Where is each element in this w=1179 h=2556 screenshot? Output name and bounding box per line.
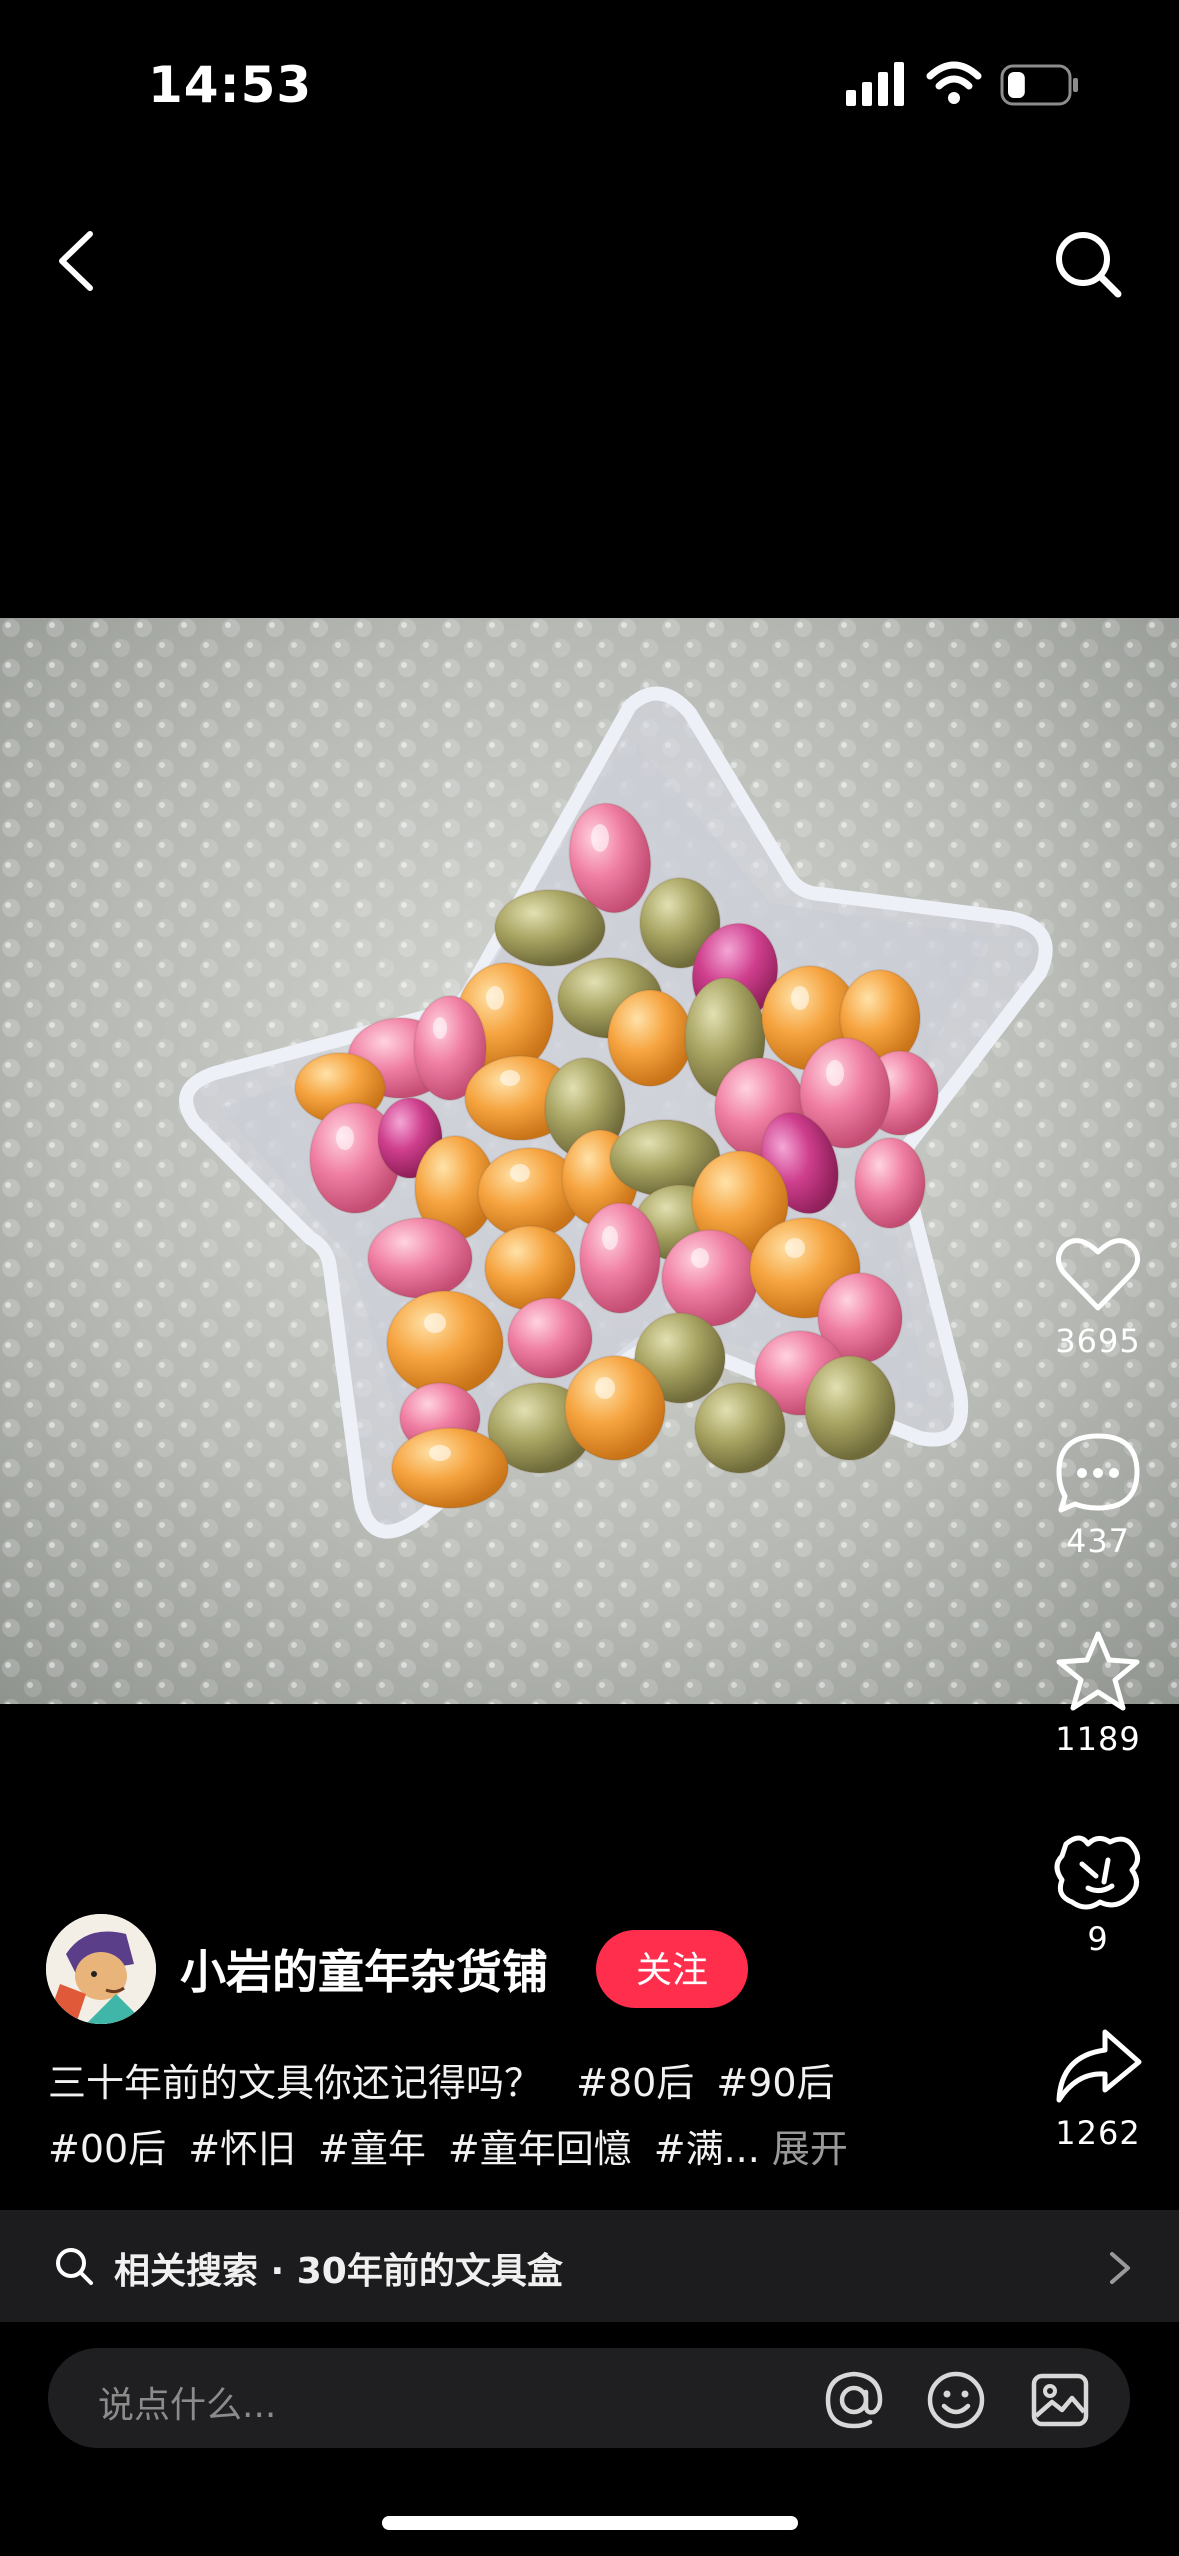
chevron-right-icon xyxy=(1110,2252,1130,2284)
share-icon xyxy=(1056,2029,1142,2103)
battery-icon xyxy=(1000,64,1078,106)
gift-button[interactable]: 9 xyxy=(1038,1830,1158,1958)
back-arrow-icon[interactable] xyxy=(52,226,102,296)
hashtag[interactable]: #童年回憶 xyxy=(448,2127,632,2171)
search-icon xyxy=(56,2248,93,2285)
wifi-icon xyxy=(926,61,982,104)
share-button[interactable]: 1262 xyxy=(1038,2026,1158,2152)
related-search-label: 相关搜索 · 30年前的文具盒 xyxy=(114,2251,563,2292)
hashtag[interactable]: #满... xyxy=(654,2127,760,2171)
heart-icon xyxy=(1056,1238,1140,1311)
share-count: 1262 xyxy=(1055,2114,1141,2152)
favorite-button[interactable]: 1189 xyxy=(1038,1630,1158,1758)
image-icon[interactable] xyxy=(1030,2370,1090,2430)
expand-link[interactable]: 展开 xyxy=(772,2127,848,2171)
author-name[interactable]: 小岩的童年杂货铺 xyxy=(180,1936,548,2002)
related-search-bar[interactable]: 相关搜索 · 30年前的文具盒 xyxy=(0,2210,1179,2322)
like-count: 3695 xyxy=(1055,1322,1141,1360)
gift-icon xyxy=(1054,1835,1140,1910)
comment-count: 437 xyxy=(1065,1522,1131,1560)
author-avatar[interactable] xyxy=(46,1914,156,2024)
like-button[interactable]: 3695 xyxy=(1038,1234,1158,1360)
hashtag[interactable]: #80后 xyxy=(576,2061,694,2105)
post-caption: 三十年前的文具你还记得吗？ #80后 #90后 #00后 #怀旧 #童年 #童年回憶 #满… xyxy=(48,2050,968,2182)
comment-input-placeholder[interactable]: 说点什么... xyxy=(98,2376,276,2428)
caption-text: 三十年前的文具你还记得吗？ xyxy=(48,2061,543,2105)
status-time: 14:53 xyxy=(148,56,313,114)
home-indicator xyxy=(382,2516,798,2530)
post-photo[interactable] xyxy=(0,618,1179,1704)
comment-button[interactable]: 437 xyxy=(1038,1432,1158,1560)
mention-icon[interactable] xyxy=(824,2370,884,2430)
hashtag[interactable]: #00后 xyxy=(48,2127,166,2171)
hashtag[interactable]: #童年 xyxy=(318,2127,426,2171)
emoji-icon[interactable] xyxy=(926,2370,986,2430)
cellular-signal-icon xyxy=(846,62,904,106)
star-icon xyxy=(1056,1631,1140,1711)
hashtag[interactable]: #90后 xyxy=(716,2061,834,2105)
comment-input-bar[interactable]: 说点什么... xyxy=(48,2348,1130,2448)
favorite-count: 1189 xyxy=(1055,1720,1141,1758)
comment-icon xyxy=(1056,1433,1140,1513)
gift-count: 9 xyxy=(1087,1920,1109,1958)
search-icon[interactable] xyxy=(1054,230,1122,298)
hashtag[interactable]: #怀旧 xyxy=(188,2127,296,2171)
follow-button[interactable]: 关注 xyxy=(596,1930,748,2008)
